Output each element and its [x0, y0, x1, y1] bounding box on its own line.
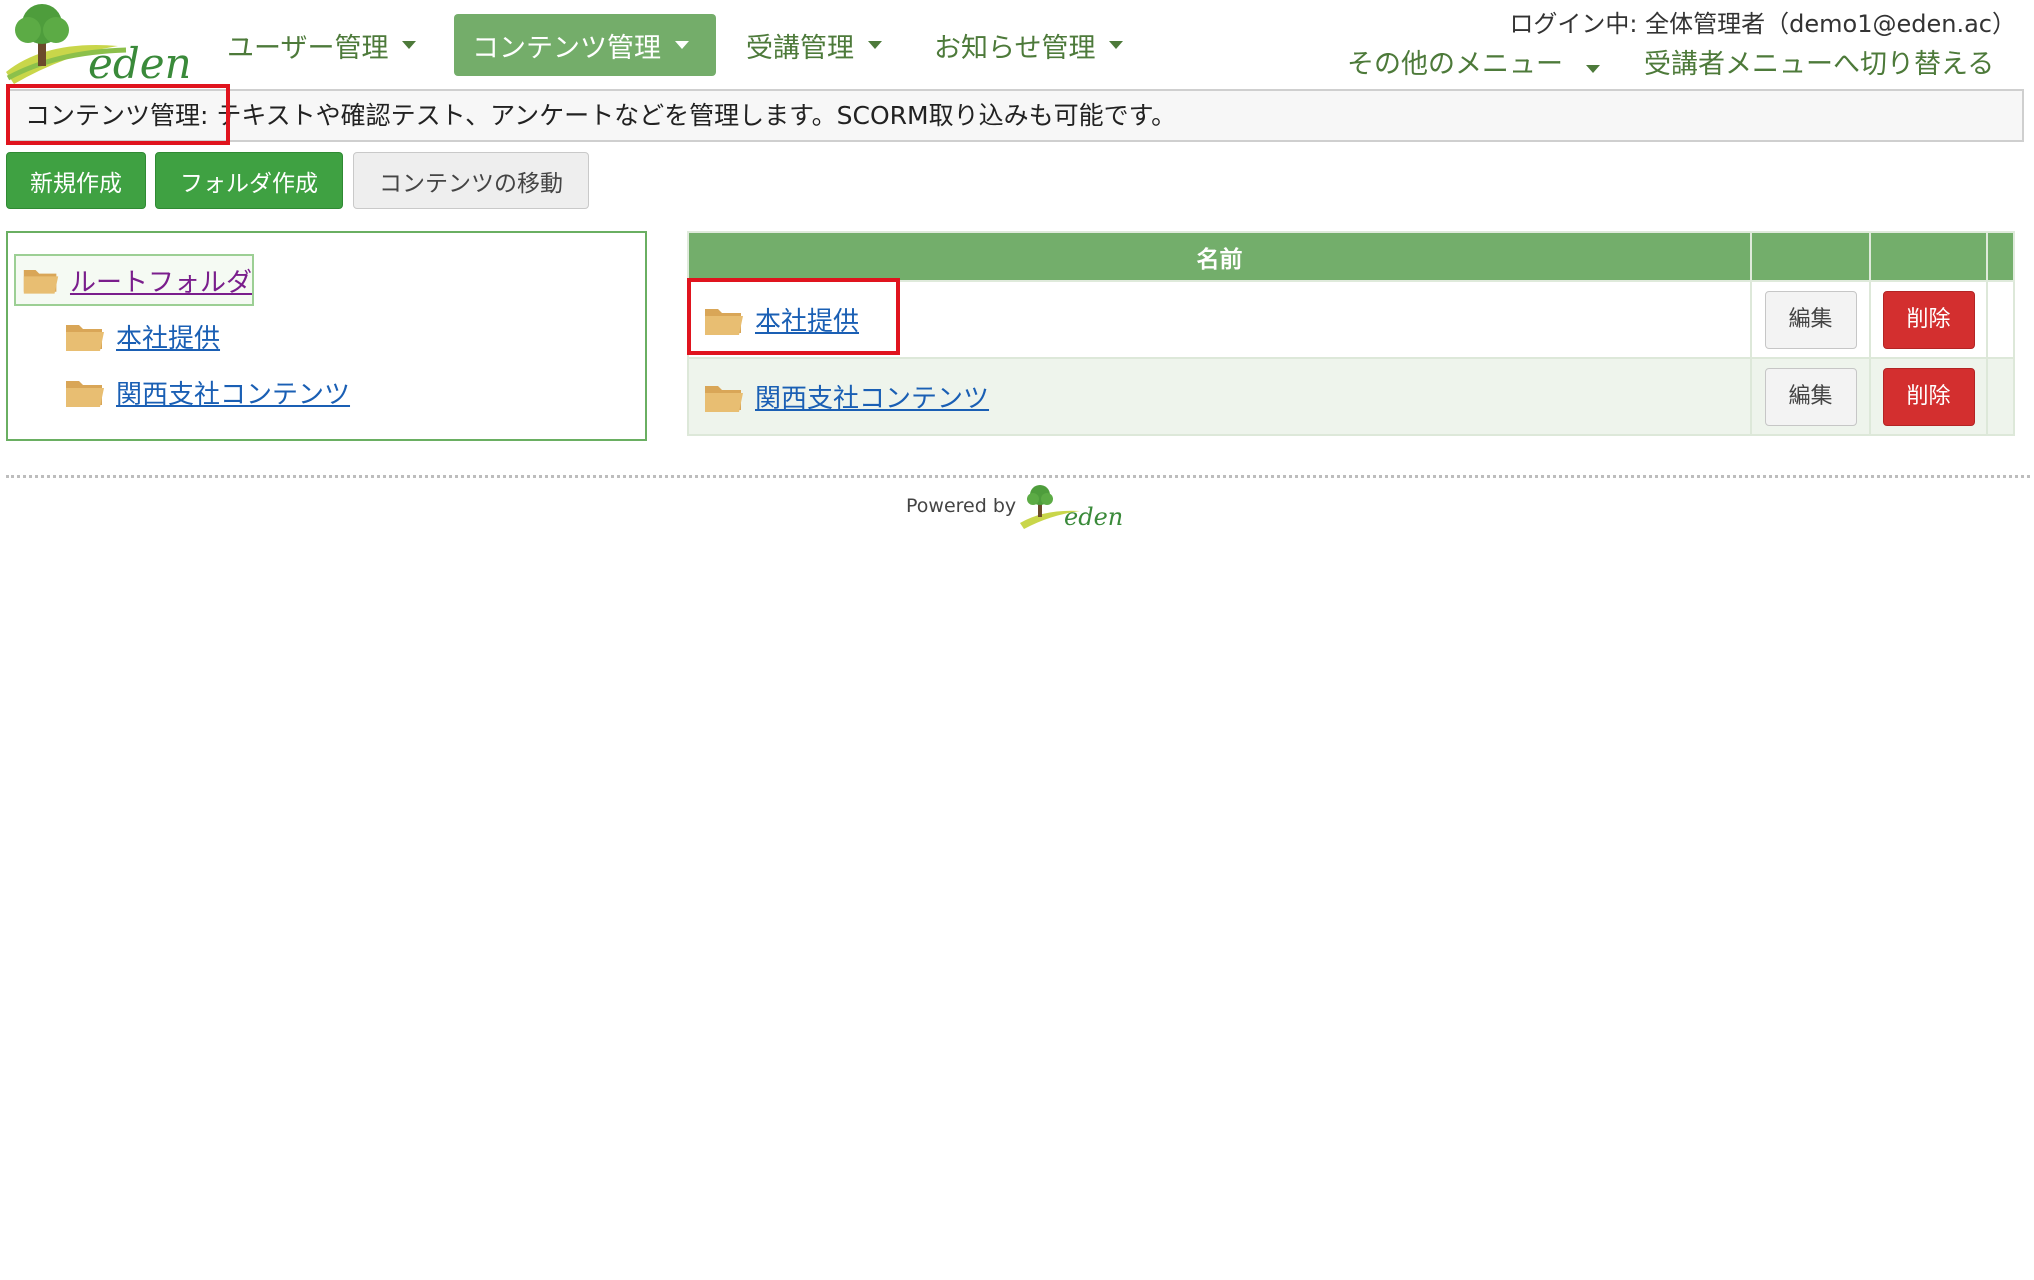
logo-text: eden: [88, 39, 188, 84]
switch-to-learner-menu-label: 受講者メニューへ切り替える: [1644, 49, 1995, 80]
caret-down-icon: [402, 41, 417, 49]
folder-icon: [705, 385, 743, 412]
nav-course-management-label: 受講管理: [746, 32, 854, 64]
tree-logo-icon: eden: [6, 4, 192, 88]
spacer-cell: [1986, 280, 2015, 359]
name-cell: 本社提供: [687, 280, 1752, 359]
name-cell: 関西支社コンテンツ: [687, 357, 1752, 436]
tree-item-link[interactable]: 本社提供: [116, 318, 220, 355]
edit-cell: 編集: [1750, 280, 1871, 359]
content-table: 名前 本社提供 編集 削除 関西支社コンテンツ 編集 削除: [687, 231, 2015, 436]
tree-root-folder[interactable]: ルートフォルダ: [14, 254, 254, 306]
footer-brand: eden: [1064, 503, 1123, 529]
folder-tree: ルートフォルダ 本社提供 関西支社コンテンツ: [6, 231, 647, 441]
edit-cell: 編集: [1750, 357, 1871, 436]
eden-logo[interactable]: eden: [6, 0, 192, 88]
nav-notice-management[interactable]: お知らせ管理: [934, 14, 1124, 76]
page-description-text: テキストや確認テスト、アンケートなどを管理します。SCORM取り込みも可能です。: [208, 101, 1177, 130]
switch-to-learner-menu[interactable]: 受講者メニューへ切り替える: [1644, 42, 1994, 81]
powered-by-text: Powered by: [906, 495, 1017, 517]
folder-icon: [66, 381, 104, 407]
spacer-cell: [1986, 357, 2015, 436]
powered-by: Powered by eden: [906, 483, 1124, 529]
caret-down-icon: [675, 41, 689, 49]
footer-divider: [6, 475, 2030, 478]
edit-button[interactable]: 編集: [1764, 290, 1857, 349]
caret-down-icon: [1109, 41, 1124, 49]
move-content-button[interactable]: コンテンツの移動: [353, 152, 589, 209]
tree-logo-icon: eden: [1020, 485, 1123, 529]
folder-icon: [66, 325, 104, 351]
table-row: 関西支社コンテンツ 編集 削除: [687, 357, 2015, 436]
other-menu[interactable]: その他のメニュー: [1347, 42, 1600, 81]
nav-user-management-label: ユーザー管理: [227, 32, 389, 64]
login-status: ログイン中: 全体管理者（demo1@eden.ac）: [1509, 10, 2016, 38]
caret-down-icon: [868, 41, 882, 49]
folder-link[interactable]: 関西支社コンテンツ: [755, 378, 989, 415]
nav-notice-management-label: お知らせ管理: [934, 32, 1096, 64]
tree-item-honsha[interactable]: 本社提供: [64, 316, 220, 356]
folder-icon: [23, 270, 59, 294]
delete-cell: 削除: [1869, 357, 1988, 436]
nav-content-management[interactable]: コンテンツ管理: [454, 14, 716, 76]
new-button[interactable]: 新規作成: [6, 152, 146, 209]
tree-item-link[interactable]: 関西支社コンテンツ: [116, 374, 350, 411]
delete-button[interactable]: 削除: [1882, 367, 1975, 426]
edit-button[interactable]: 編集: [1764, 367, 1857, 426]
nav-course-management[interactable]: 受講管理: [746, 14, 882, 76]
folder-link[interactable]: 本社提供: [755, 301, 859, 338]
column-header-name[interactable]: 名前: [687, 231, 1752, 282]
nav-user-management[interactable]: ユーザー管理: [227, 14, 417, 76]
delete-cell: 削除: [1869, 280, 1988, 359]
column-header-edit: [1750, 231, 1871, 282]
other-menu-label: その他のメニュー: [1347, 49, 1563, 80]
column-header-delete: [1869, 231, 1988, 282]
caret-down-icon: [1585, 65, 1600, 73]
delete-button[interactable]: 削除: [1882, 290, 1975, 349]
table-header-row: 名前: [687, 231, 2015, 282]
column-header-spacer: [1986, 231, 2015, 282]
page-description-title: コンテンツ管理:: [25, 101, 209, 130]
table-row: 本社提供 編集 削除: [687, 280, 2015, 359]
tree-item-kansai[interactable]: 関西支社コンテンツ: [64, 372, 350, 412]
tree-root-link[interactable]: ルートフォルダ: [70, 262, 252, 299]
nav-content-management-label: コンテンツ管理: [472, 32, 661, 64]
folder-icon: [705, 308, 743, 335]
create-folder-button[interactable]: フォルダ作成: [155, 152, 343, 209]
page-description: コンテンツ管理: テキストや確認テスト、アンケートなどを管理します。SCORM取…: [6, 89, 2024, 142]
